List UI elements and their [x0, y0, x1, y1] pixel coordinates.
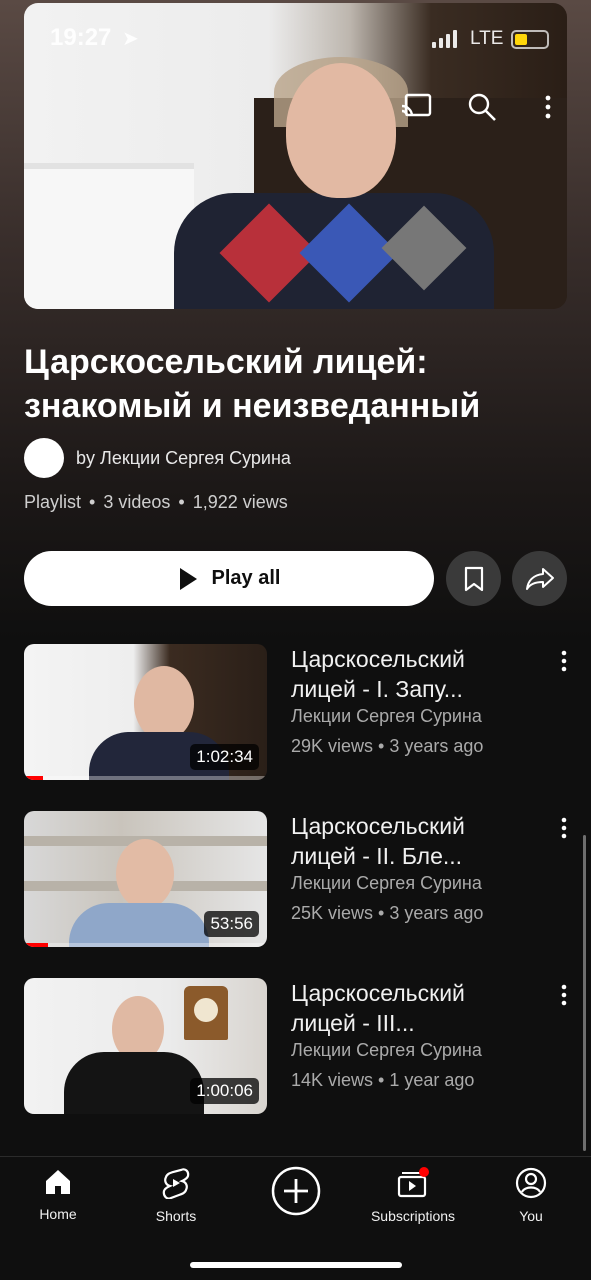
video-meta: 25K views • 3 years ago	[291, 903, 484, 923]
list-item[interactable]: 1:02:34 Царскосельский лицей - I. Запу..…	[24, 644, 572, 780]
home-icon	[46, 1170, 70, 1194]
playlist-title: Царскосельский лицей: знакомый и неизвед…	[24, 343, 481, 425]
nav-you[interactable]: You	[481, 1167, 581, 1224]
separator-dot: •	[178, 492, 185, 512]
video-title[interactable]: Царскосельский лицей - I. Запу...	[291, 644, 521, 704]
play-icon	[179, 567, 197, 590]
separator-dot: •	[89, 492, 96, 512]
video-duration: 1:02:34	[190, 744, 259, 770]
cast-icon[interactable]	[400, 92, 432, 122]
subscriptions-icon	[397, 1167, 429, 1198]
watch-progress	[24, 776, 267, 780]
nav-home-label: Home	[39, 1206, 77, 1222]
video-channel: Лекции Сергея Сурина	[291, 1040, 482, 1060]
nav-home[interactable]: Home	[8, 1167, 108, 1222]
list-item[interactable]: 1:00:06 Царскосельский лицей - III... Ле…	[24, 978, 572, 1114]
more-options-icon[interactable]	[554, 982, 574, 1008]
video-meta: 29K views • 3 years ago	[291, 736, 484, 756]
more-options-icon[interactable]	[540, 92, 556, 122]
nav-shorts[interactable]: Shorts	[126, 1167, 226, 1224]
create-button[interactable]	[246, 1165, 346, 1222]
signal-icon	[432, 30, 457, 48]
video-channel: Лекции Сергея Сурина	[291, 873, 482, 893]
channel-avatar[interactable]	[24, 438, 64, 478]
video-thumbnail[interactable]: 53:56	[24, 811, 267, 947]
search-icon[interactable]	[466, 92, 498, 122]
status-time: 19:27	[50, 24, 112, 51]
playlist-owner[interactable]: by Лекции Сергея Сурина	[24, 438, 291, 478]
play-all-label: Play all	[211, 567, 281, 589]
thumbnail-background	[24, 163, 194, 309]
bookmark-icon	[464, 566, 483, 591]
channel-name[interactable]: by Лекции Сергея Сурина	[76, 448, 291, 469]
watch-progress	[24, 943, 267, 947]
playlist-views: 1,922 views	[192, 492, 288, 512]
playlist-meta: Playlist • 3 videos • 1,922 views	[24, 492, 288, 513]
scrollbar[interactable]	[583, 835, 586, 1151]
plus-circle-icon	[271, 1166, 321, 1216]
save-playlist-button[interactable]	[446, 551, 501, 606]
status-bar: 19:27 ➤ LTE	[0, 0, 591, 70]
shorts-icon	[162, 1168, 190, 1200]
video-title[interactable]: Царскосельский лицей - III...	[291, 978, 521, 1038]
video-duration: 1:00:06	[190, 1078, 259, 1104]
more-options-icon[interactable]	[554, 648, 574, 674]
play-all-button[interactable]: Play all	[24, 551, 434, 606]
battery-icon	[511, 30, 549, 49]
nav-subscriptions-label: Subscriptions	[370, 1208, 456, 1224]
list-item[interactable]: 53:56 Царскосельский лицей - II. Бле... …	[24, 811, 572, 947]
more-options-icon[interactable]	[554, 815, 574, 841]
playlist-video-count: 3 videos	[103, 492, 171, 512]
nav-shorts-label: Shorts	[155, 1208, 197, 1224]
playlist-type: Playlist	[24, 492, 82, 512]
share-button[interactable]	[512, 551, 567, 606]
video-thumbnail[interactable]: 1:00:06	[24, 978, 267, 1114]
video-duration: 53:56	[204, 911, 259, 937]
video-meta: 14K views • 1 year ago	[291, 1070, 475, 1090]
nav-subscriptions[interactable]: Subscriptions	[363, 1167, 463, 1224]
video-channel: Лекции Сергея Сурина	[291, 706, 482, 726]
home-indicator[interactable]	[190, 1262, 402, 1268]
location-arrow-icon: ➤	[122, 28, 139, 50]
account-icon	[515, 1167, 547, 1199]
video-thumbnail[interactable]: 1:02:34	[24, 644, 267, 780]
thumbnail-person	[174, 57, 494, 309]
share-icon	[525, 567, 554, 590]
nav-you-label: You	[519, 1208, 543, 1224]
video-title[interactable]: Царскосельский лицей - II. Бле...	[291, 811, 521, 871]
network-type: LTE	[470, 28, 504, 49]
